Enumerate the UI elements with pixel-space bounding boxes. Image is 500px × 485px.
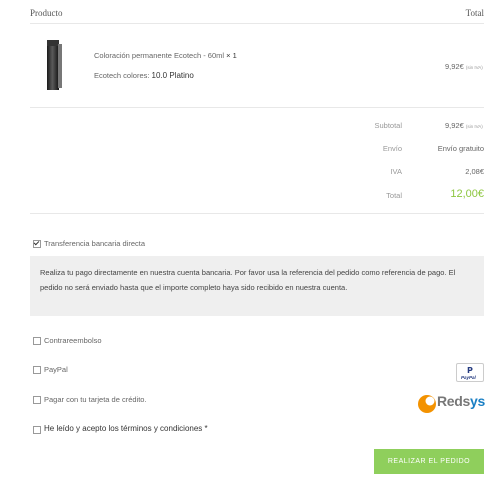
column-header-total: Total (465, 8, 484, 18)
bank-transfer-description: Realiza tu pago directamente en nuestra … (30, 256, 484, 316)
product-image[interactable] (44, 40, 64, 92)
total-value: 12,00€ (450, 188, 484, 200)
subtotal-note: (sin IVA) (465, 124, 483, 129)
product-price: 9,92€ (sin IVA) (445, 62, 483, 71)
product-price-note: (sin IVA) (465, 65, 483, 70)
product-variant: Ecotech colores: 10.0 Platino (94, 71, 194, 80)
paypal-p-icon: P (467, 366, 473, 375)
bank-transfer-label[interactable]: Transferencia bancaria directa (44, 239, 145, 248)
place-order-button[interactable]: REALIZAR EL PEDIDO (374, 449, 484, 474)
tax-value: 2,08€ (465, 167, 484, 176)
variant-label: Ecotech colores: (94, 71, 150, 80)
redsys-circle-icon (418, 395, 436, 413)
subtotal-value: 9,92€ (sin IVA) (445, 121, 483, 130)
shipping-label: Envío (382, 144, 402, 153)
product-name[interactable]: Coloración permanente Ecotech - 60ml × 1 (94, 51, 237, 60)
redsys-text-b: ys (470, 393, 486, 409)
paypal-logo: P PayPal (456, 363, 484, 382)
cod-radio[interactable] (33, 337, 41, 345)
bank-transfer-radio[interactable] (33, 240, 41, 248)
paypal-logo-text: PayPal (461, 375, 476, 380)
card-label[interactable]: Pagar con tu tarjeta de crédito. (44, 395, 147, 404)
paypal-radio[interactable] (33, 366, 41, 374)
product-name-text[interactable]: Coloración permanente Ecotech - 60ml (94, 51, 224, 60)
total-label: Total (386, 191, 402, 200)
column-header-product: Producto (30, 8, 63, 18)
subtotal-amount: 9,92€ (445, 121, 464, 130)
product-quantity: × 1 (226, 51, 237, 60)
tax-label: IVA (390, 167, 402, 176)
product-price-value: 9,92€ (445, 62, 464, 71)
header-divider (30, 23, 484, 24)
cod-label[interactable]: Contrareembolso (44, 336, 102, 345)
terms-label[interactable]: He leído y acepto los términos y condici… (44, 424, 208, 433)
bank-transfer-description-text: Realiza tu pago directamente en nuestra … (40, 268, 456, 292)
redsys-logo: Redsys (417, 391, 487, 415)
redsys-wordmark: Redsys (437, 393, 485, 409)
shipping-value: Envío gratuito (437, 144, 484, 153)
redsys-text-a: Reds (437, 393, 471, 409)
totals-divider (30, 213, 484, 214)
subtotal-label: Subtotal (374, 121, 402, 130)
terms-checkbox[interactable] (33, 426, 41, 434)
product-divider (30, 107, 484, 108)
card-radio[interactable] (33, 396, 41, 404)
paypal-label[interactable]: PayPal (44, 365, 68, 374)
variant-value: 10.0 Platino (151, 71, 194, 80)
